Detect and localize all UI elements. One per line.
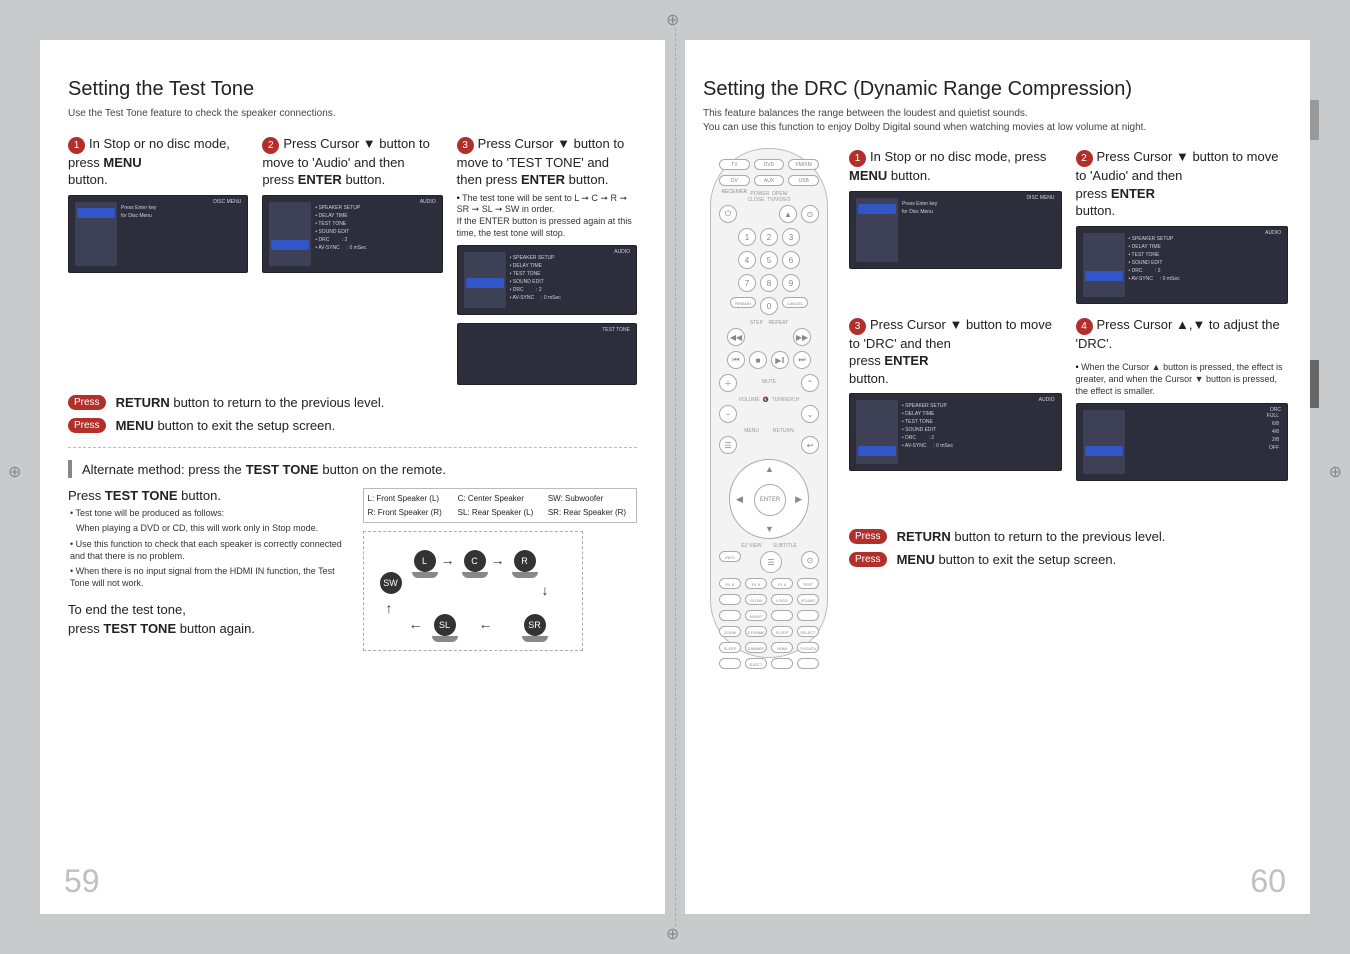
osd-screenshot: AUDIO • SPEAKER SETUP • DELAY TIME • TES…: [849, 393, 1062, 471]
osd-screenshot: AUDIO • SPEAKER SETUP • DELAY TIME • TES…: [262, 195, 442, 273]
end-head: To end the test tone,: [68, 602, 343, 617]
menu-row: Press MENU button to exit the setup scre…: [849, 552, 1288, 567]
menu-icon: ☰: [719, 436, 737, 454]
intro-text: Use the Test Tone feature to check the s…: [68, 107, 637, 121]
menu-row: Press MENU button to exit the setup scre…: [68, 418, 637, 433]
step-4: 4Press Cursor ▲,▼ to adjust the 'DRC'. •…: [1076, 316, 1289, 482]
reg-mark-left: ⊕: [8, 462, 21, 482]
thumb-tab-active: [1310, 360, 1319, 408]
alt-head: Press TEST TONE button.: [68, 488, 343, 503]
press-pill: Press: [849, 552, 887, 567]
document-spread: ⊕ ⊕ Setting the Test Tone Use the Test T…: [0, 0, 1350, 954]
step-num: 1: [68, 137, 85, 154]
step-2: 2Press Cursor ▼ button to move to 'Audio…: [262, 135, 442, 386]
intro-text: This feature balances the range between …: [703, 107, 1288, 134]
power-icon: ⏻: [719, 205, 737, 223]
page-right: Setting the DRC (Dynamic Range Compressi…: [685, 40, 1310, 914]
step-1: 1In Stop or no disc mode, press MENU but…: [68, 135, 248, 386]
page-number: 60: [1250, 863, 1286, 900]
alternate-method-bar: Alternate method: press the TEST TONE bu…: [68, 460, 637, 478]
osd-screenshot: AUDIO • SPEAKER SETUP • DELAY TIME • TES…: [1076, 226, 1289, 304]
press-pill: Press: [68, 395, 106, 410]
alternate-right: L: Front Speaker (L) C: Center Speaker S…: [363, 488, 638, 650]
reg-mark-right: ⊕: [1329, 462, 1342, 482]
remote-column: TVDVDFM/XM DV RECEIVERAUXUSB POWER OPEN/…: [703, 148, 835, 658]
step-num: 3: [457, 137, 474, 154]
fold-line: [670, 10, 680, 944]
page-number: 59: [64, 863, 100, 900]
steps-row: 1In Stop or no disc mode, press MENU but…: [68, 135, 637, 386]
steps-column: 1In Stop or no disc mode, press MENU but…: [849, 148, 1288, 658]
step-3: 3Press Cursor ▼ button to move to 'DRC' …: [849, 316, 1062, 482]
return-row: Press RETURN button to return to the pre…: [68, 395, 637, 410]
dpad: ▲ ▼ ◀ ▶ ENTER: [729, 459, 809, 539]
speaker-flow-diagram: L C R SW SL SR → → ↓ ← ← ↑: [363, 531, 583, 651]
content-left: Setting the Test Tone Use the Test Tone …: [40, 40, 665, 651]
osd-screenshot: DISC MENU Press Enter key for Disc Menu: [849, 191, 1062, 269]
step-3: 3Press Cursor ▼ button to move to 'TEST …: [457, 135, 637, 386]
press-pill: Press: [68, 418, 106, 433]
press-pill: Press: [849, 529, 887, 544]
step-1: 1In Stop or no disc mode, press MENU but…: [849, 148, 1062, 304]
step-num: 2: [262, 137, 279, 154]
osd-screenshot: DISC MENU Press Enter key for Disc Menu: [68, 195, 248, 273]
page-title: Setting the Test Tone: [68, 78, 637, 101]
thumb-tab: [1310, 100, 1319, 140]
return-icon: ↩: [801, 436, 819, 454]
content-right: Setting the DRC (Dynamic Range Compressi…: [685, 40, 1310, 658]
remote-control: TVDVDFM/XM DV RECEIVERAUXUSB POWER OPEN/…: [710, 148, 828, 658]
page-title: Setting the DRC (Dynamic Range Compressi…: [703, 78, 1288, 101]
page-left: Setting the Test Tone Use the Test Tone …: [40, 40, 665, 914]
alternate-left: Press TEST TONE button. • Test tone will…: [68, 488, 343, 650]
osd-screenshot: DRC FULL 6/8 4/8 2/8 OFF: [1076, 403, 1289, 481]
separator: [68, 447, 637, 448]
osd-screenshot: AUDIO • SPEAKER SETUP • DELAY TIME • TES…: [457, 245, 637, 315]
return-row: Press RETURN button to return to the pre…: [849, 529, 1288, 544]
step-2: 2Press Cursor ▼ button to move to 'Audio…: [1076, 148, 1289, 304]
speaker-key: L: Front Speaker (L) C: Center Speaker S…: [363, 488, 638, 522]
osd-screenshot: TEST TONE: [457, 323, 637, 385]
